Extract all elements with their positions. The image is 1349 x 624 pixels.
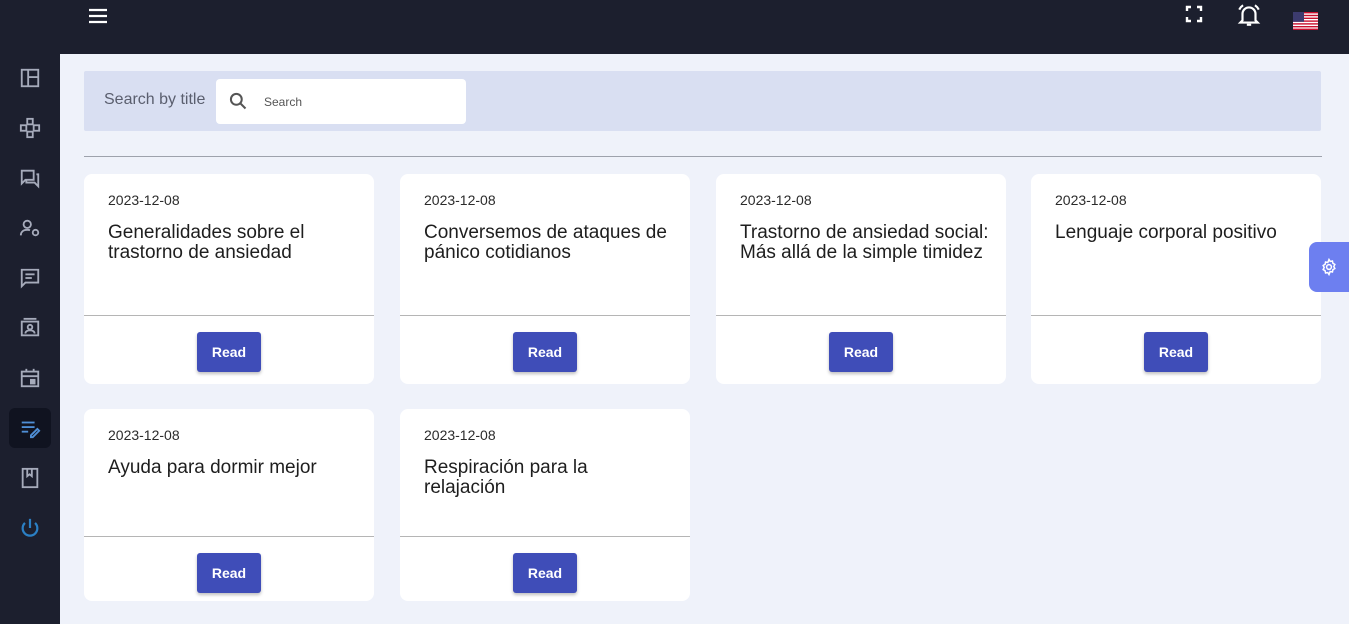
card-separator xyxy=(400,536,690,537)
sidebar-item-library[interactable] xyxy=(9,458,51,498)
card-date: 2023-12-08 xyxy=(1055,192,1127,208)
card-date: 2023-12-08 xyxy=(740,192,812,208)
message-icon xyxy=(20,268,40,289)
settings-toggle-button[interactable] xyxy=(1309,242,1349,292)
read-button[interactable]: Read xyxy=(513,332,577,372)
read-button[interactable]: Read xyxy=(197,553,261,593)
sidebar xyxy=(0,0,60,624)
article-card: 2023-12-08 Lenguaje corporal positivo Re… xyxy=(1031,174,1321,384)
sidebar-item-user-settings[interactable] xyxy=(9,208,51,248)
sidebar-item-forum[interactable] xyxy=(9,158,51,198)
card-title: Trastorno de ansiedad social: Más allá d… xyxy=(740,222,989,263)
card-separator xyxy=(716,315,1006,316)
search-label: Search by title xyxy=(104,91,206,108)
article-card: 2023-12-08 Trastorno de ansiedad social:… xyxy=(716,174,1006,384)
card-date: 2023-12-08 xyxy=(108,427,180,443)
sidebar-item-contacts[interactable] xyxy=(9,308,51,348)
topbar xyxy=(60,0,1349,54)
book-icon xyxy=(21,467,39,489)
card-title: Ayuda para dormir mejor xyxy=(108,457,317,478)
divider xyxy=(84,156,1322,157)
dashboard-icon xyxy=(20,68,40,88)
fullscreen-icon[interactable] xyxy=(1182,2,1206,26)
edit-notes-icon xyxy=(21,421,41,439)
calendar-icon xyxy=(20,368,40,388)
sidebar-item-games[interactable] xyxy=(9,108,51,148)
gamepad-icon xyxy=(19,117,41,139)
sidebar-item-articles[interactable] xyxy=(9,408,51,448)
card-title: Respiración para la relajación xyxy=(424,457,588,498)
read-button[interactable]: Read xyxy=(197,332,261,372)
card-separator xyxy=(84,315,374,316)
sidebar-item-messages[interactable] xyxy=(9,258,51,298)
search-box[interactable] xyxy=(216,79,466,124)
card-title: Generalidades sobre el trastorno de ansi… xyxy=(108,222,305,263)
sidebar-item-calendar[interactable] xyxy=(9,358,51,398)
article-card: 2023-12-08 Conversemos de ataques de pán… xyxy=(400,174,690,384)
card-date: 2023-12-08 xyxy=(108,192,180,208)
user-settings-icon xyxy=(19,219,40,237)
power-icon xyxy=(21,518,39,537)
card-separator xyxy=(84,536,374,537)
search-icon xyxy=(229,92,247,110)
read-button[interactable]: Read xyxy=(1144,332,1208,372)
card-title: Conversemos de ataques de pánico cotidia… xyxy=(424,222,667,263)
card-title: Lenguaje corporal positivo xyxy=(1055,222,1277,243)
search-input[interactable] xyxy=(264,91,454,113)
article-card: 2023-12-08 Generalidades sobre el trasto… xyxy=(84,174,374,384)
sidebar-item-logout[interactable] xyxy=(9,508,51,548)
card-date: 2023-12-08 xyxy=(424,427,496,443)
card-separator xyxy=(400,315,690,316)
read-button[interactable]: Read xyxy=(829,332,893,372)
card-separator xyxy=(1031,315,1321,316)
sidebar-item-dashboard[interactable] xyxy=(9,58,51,98)
article-card: 2023-12-08 Respiración para la relajació… xyxy=(400,409,690,601)
card-date: 2023-12-08 xyxy=(424,192,496,208)
article-card: 2023-12-08 Ayuda para dormir mejor Read xyxy=(84,409,374,601)
contacts-icon xyxy=(20,317,40,337)
gear-icon xyxy=(1322,258,1336,276)
search-panel: Search by title xyxy=(84,71,1321,131)
read-button[interactable]: Read xyxy=(513,553,577,593)
menu-icon[interactable] xyxy=(86,4,110,28)
forum-icon xyxy=(20,169,40,189)
bell-icon[interactable] xyxy=(1236,2,1262,28)
us-flag-icon[interactable] xyxy=(1293,12,1318,30)
